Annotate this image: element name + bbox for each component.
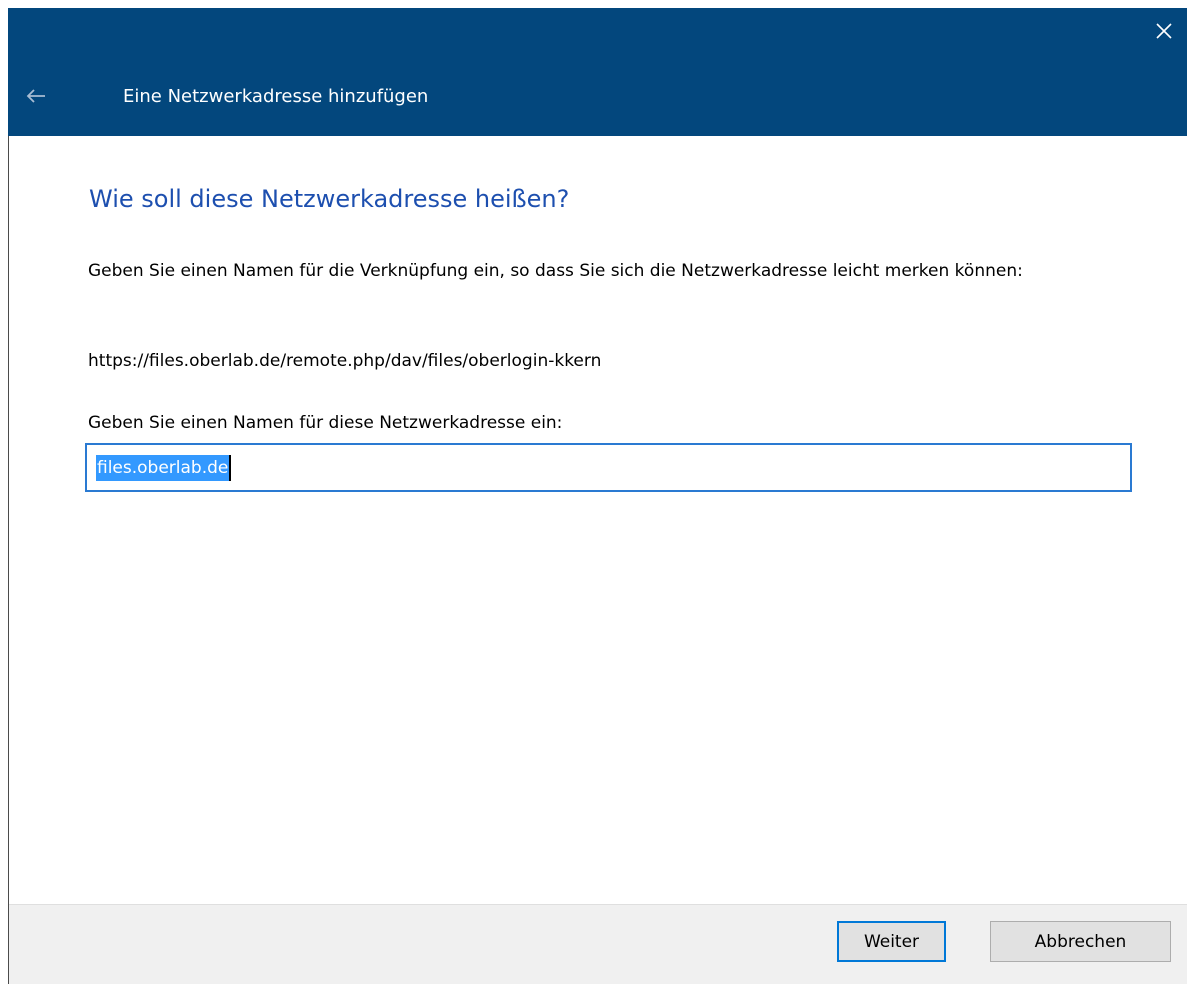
- close-icon: [1156, 23, 1172, 39]
- name-input-value: files.oberlab.de: [96, 454, 230, 481]
- network-address-url: https://files.oberlab.de/remote.php/dav/…: [88, 351, 602, 371]
- wizard-titlebar: Eine Netzwerkadresse hinzufügen: [8, 8, 1187, 136]
- name-field-label: Geben Sie einen Namen für diese Netzwerk…: [88, 413, 563, 433]
- wizard-footer: Weiter Abbrechen: [9, 904, 1187, 984]
- description-text: Geben Sie einen Namen für die Verknüpfun…: [88, 261, 1023, 281]
- back-button[interactable]: [20, 80, 52, 112]
- close-button[interactable]: [1141, 8, 1187, 54]
- cancel-button[interactable]: Abbrechen: [990, 921, 1171, 962]
- arrow-left-icon: [26, 89, 45, 103]
- text-caret: [229, 454, 232, 481]
- window-top-edge: [0, 0, 1187, 8]
- wizard-title: Eine Netzwerkadresse hinzufügen: [123, 86, 429, 107]
- add-network-location-wizard: Eine Netzwerkadresse hinzufügen Wie soll…: [0, 0, 1187, 984]
- next-button[interactable]: Weiter: [837, 921, 946, 962]
- page-heading: Wie soll diese Netzwerkadresse heißen?: [89, 185, 570, 213]
- name-input[interactable]: files.oberlab.de: [85, 443, 1132, 492]
- wizard-content: Wie soll diese Netzwerkadresse heißen? G…: [9, 136, 1187, 904]
